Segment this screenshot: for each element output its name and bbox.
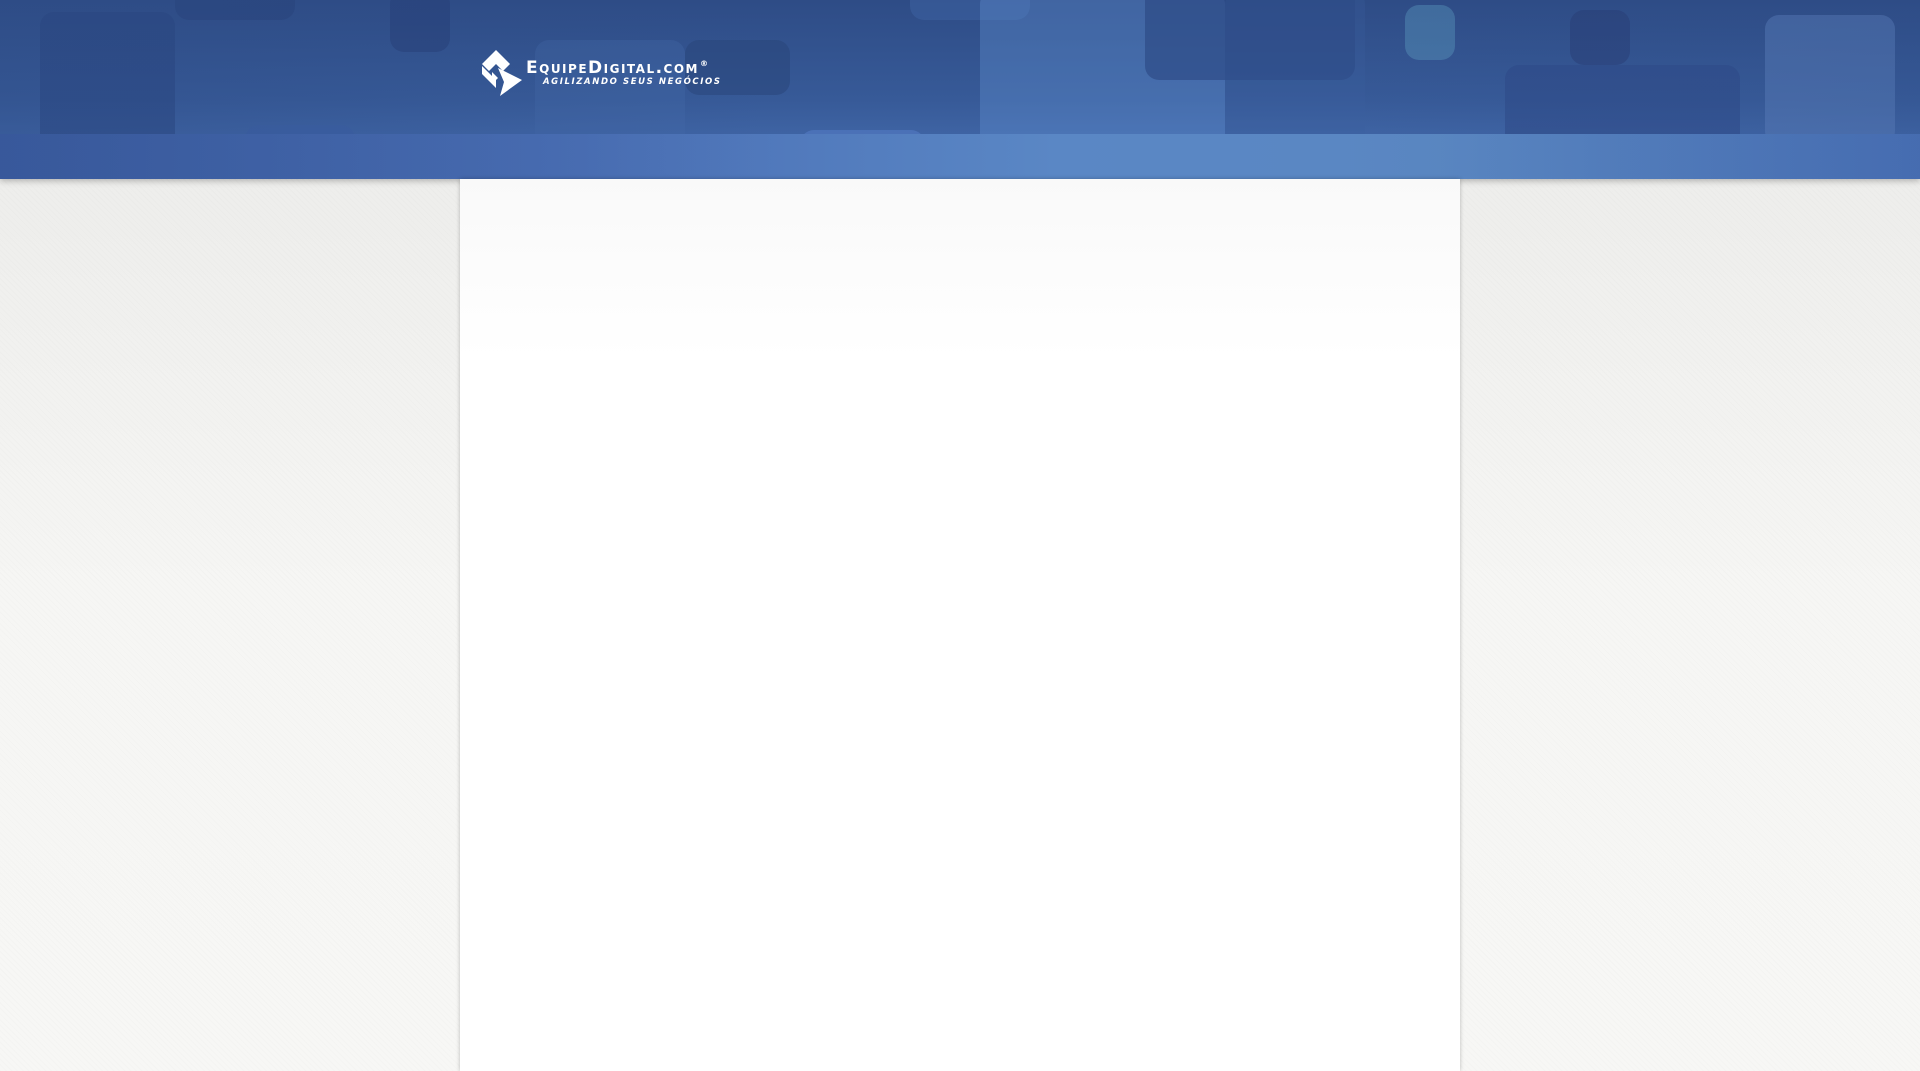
- equipedigital-logo-icon: [482, 50, 522, 96]
- logo-tagline: Agilizando seus negócios: [543, 76, 722, 87]
- logo-text: EquipeDigital.com® Agilizando seus negóc…: [526, 57, 722, 87]
- header-decoration: [175, 0, 295, 20]
- header-decoration: [390, 0, 450, 52]
- site-header: EquipeDigital.com® Agilizando seus negóc…: [0, 0, 1920, 179]
- logo-name: EquipeDigital.com®: [526, 57, 710, 78]
- header-decoration: [1570, 10, 1630, 65]
- main-content-panel: [460, 179, 1460, 1071]
- header-band: [0, 134, 1920, 179]
- header-decoration: [1765, 15, 1895, 145]
- site-logo-link[interactable]: EquipeDigital.com® Agilizando seus negóc…: [482, 50, 722, 96]
- header-decoration: [1405, 5, 1455, 60]
- registered-mark: ®: [700, 59, 710, 69]
